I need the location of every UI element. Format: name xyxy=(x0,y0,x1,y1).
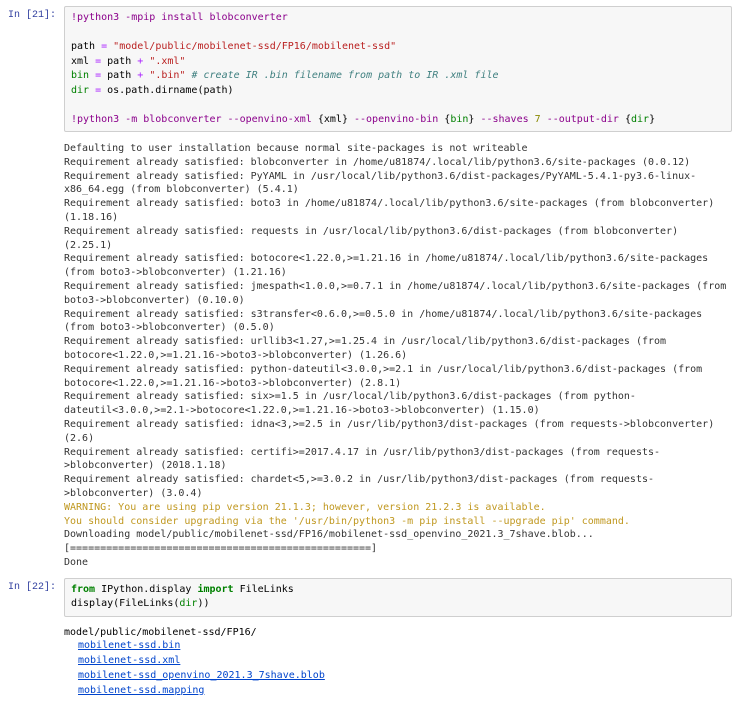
input-prompt: In [22]: xyxy=(8,578,64,617)
output-line: Requirement already satisfied: urllib3<1… xyxy=(64,335,732,363)
output-line: [=======================================… xyxy=(64,542,732,556)
output-line: Requirement already satisfied: blobconve… xyxy=(64,156,732,170)
output-cell: . model/public/mobilenet-ssd/FP16/ mobil… xyxy=(8,623,732,698)
code-cell: In [21]: !python3 -mpip install blobconv… xyxy=(8,6,732,132)
output-line: Requirement already satisfied: six>=1.5 … xyxy=(64,390,732,418)
output-line: Defaulting to user installation because … xyxy=(64,142,732,156)
output-prompt-spacer: . xyxy=(8,623,64,698)
output-cell: . Defaulting to user installation becaus… xyxy=(8,138,732,572)
output-line: Requirement already satisfied: python-da… xyxy=(64,363,732,391)
filelink[interactable]: mobilenet-ssd.bin xyxy=(78,638,732,653)
output-line: You should consider upgrading via the '/… xyxy=(64,515,732,529)
output-line: Requirement already satisfied: idna<3,>=… xyxy=(64,418,732,446)
stdout-output: Defaulting to user installation because … xyxy=(64,138,732,572)
output-prompt-spacer: . xyxy=(8,138,64,572)
code-cell: In [22]: from IPython.display import Fil… xyxy=(8,578,732,617)
output-line: Requirement already satisfied: chardet<5… xyxy=(64,473,732,501)
code-input-area[interactable]: from IPython.display import FileLinks di… xyxy=(64,578,732,617)
output-line: Requirement already satisfied: certifi>=… xyxy=(64,446,732,474)
code-input-area[interactable]: !python3 -mpip install blobconverter pat… xyxy=(64,6,732,132)
filelink[interactable]: mobilenet-ssd.xml xyxy=(78,653,732,668)
output-line: Requirement already satisfied: s3transfe… xyxy=(64,308,732,336)
output-line: Requirement already satisfied: botocore<… xyxy=(64,252,732,280)
output-line: Requirement already satisfied: jmespath<… xyxy=(64,280,732,308)
filelink[interactable]: mobilenet-ssd.mapping xyxy=(78,683,732,698)
output-line: WARNING: You are using pip version 21.1.… xyxy=(64,501,732,515)
filelink[interactable]: mobilenet-ssd_openvino_2021.3_7shave.blo… xyxy=(78,668,732,683)
output-line: Done xyxy=(64,556,732,570)
output-line: Requirement already satisfied: PyYAML in… xyxy=(64,170,732,198)
output-line: Requirement already satisfied: requests … xyxy=(64,225,732,253)
filelinks-directory: model/public/mobilenet-ssd/FP16/ xyxy=(64,623,732,638)
input-prompt: In [21]: xyxy=(8,6,64,132)
output-line: Requirement already satisfied: boto3 in … xyxy=(64,197,732,225)
output-line: Downloading model/public/mobilenet-ssd/F… xyxy=(64,528,732,542)
